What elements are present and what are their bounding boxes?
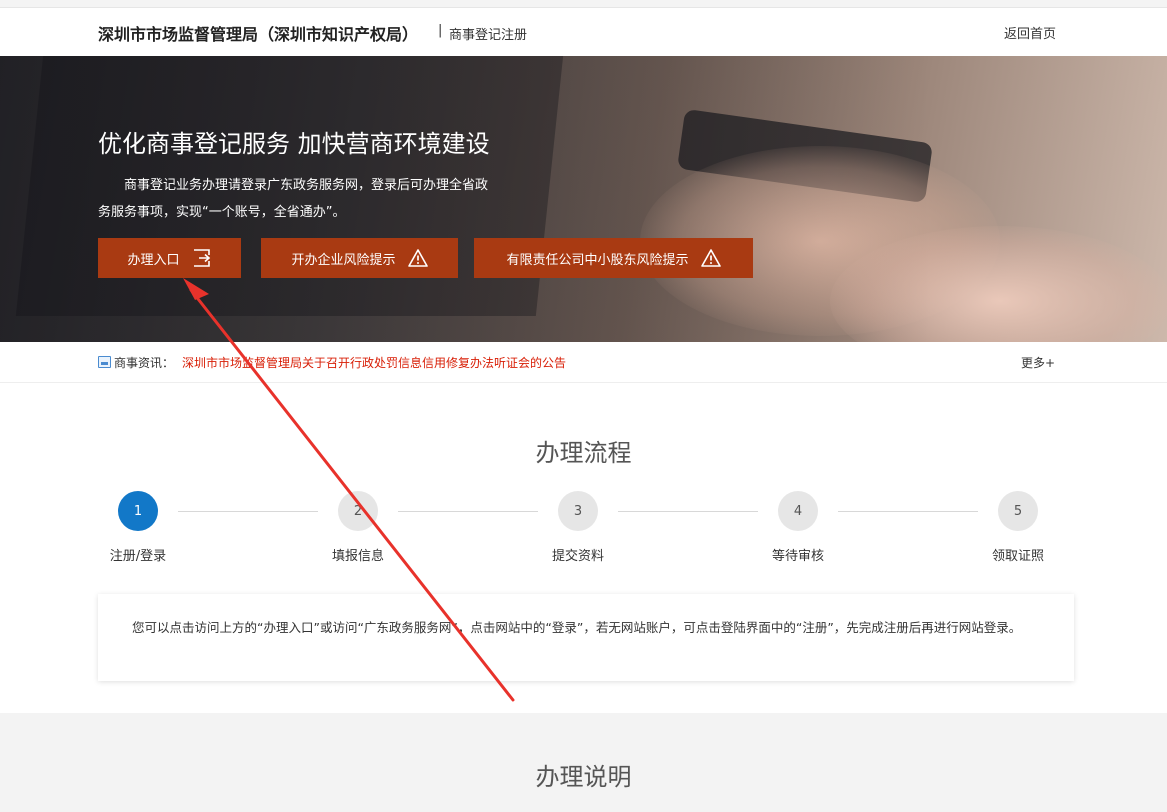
- hero-headline: 优化商事登记服务 加快营商环境建设: [98, 130, 490, 158]
- warning-icon: [407, 249, 428, 267]
- step-1-label: 注册/登录: [109, 549, 167, 564]
- brand-title: 深圳市市场监督管理局（深圳市知识产权局）: [98, 25, 419, 44]
- step-5-label: 领取证照: [991, 549, 1044, 564]
- business-risk-button-label: 开办企业风险提示: [291, 252, 396, 268]
- login-icon: [193, 249, 210, 267]
- process-title: 办理流程: [535, 439, 632, 467]
- entry-button-label: 办理入口: [127, 252, 180, 268]
- site-header: 深圳市市场监督管理局（深圳市知识产权局） | 商事登记注册 返回首页: [0, 8, 1167, 56]
- step-2-circle: 2: [338, 491, 378, 531]
- instructions-title: 办理说明: [535, 763, 632, 791]
- instructions-section: 办理说明: [0, 713, 1167, 812]
- business-risk-button[interactable]: 开办企业风险提示: [261, 238, 458, 278]
- step-1-circle: 1: [118, 491, 158, 531]
- shareholder-risk-button-label: 有限责任公司中小股东风险提示: [506, 252, 689, 268]
- home-link[interactable]: 返回首页: [1004, 23, 1056, 42]
- step-connector: [178, 511, 318, 512]
- shareholder-risk-button[interactable]: 有限责任公司中小股东风险提示: [474, 238, 753, 278]
- header-subtitle: 商事登记注册: [449, 28, 528, 43]
- process-note: 您可以点击访问上方的“办理入口”或访问“广东政务服务网”，点击网站中的“登录”，…: [98, 594, 1074, 681]
- news-label: 商事资讯：: [114, 356, 175, 370]
- step-3-label: 提交资料: [551, 549, 604, 564]
- warning-icon: [700, 249, 721, 267]
- step-2-label: 填报信息: [331, 549, 384, 564]
- news-bar: 商事资讯： 深圳市市场监督管理局关于召开行政处罚信息信用修复办法听证会的公告 更…: [0, 342, 1167, 383]
- news-more-link[interactable]: 更多+: [1021, 354, 1055, 371]
- entry-button[interactable]: 办理入口: [98, 238, 241, 278]
- top-strip: [0, 0, 1167, 8]
- step-5-circle: 5: [998, 491, 1038, 531]
- step-4-label: 等待审核: [771, 549, 824, 564]
- news-icon: [98, 356, 111, 368]
- hero-description: 商事登记业务办理请登录广东政务服务网，登录后可办理全省政务服务事项，实现“一个账…: [98, 178, 489, 220]
- step-connector: [838, 511, 978, 512]
- step-connector: [398, 511, 538, 512]
- hero-banner: 优化商事登记服务 加快营商环境建设 商事登记业务办理请登录广东政务服务网，登录后…: [0, 56, 1167, 342]
- step-connector: [618, 511, 758, 512]
- step-3-circle: 3: [558, 491, 598, 531]
- header-separator: |: [438, 23, 443, 38]
- step-4-circle: 4: [778, 491, 818, 531]
- news-headline-link[interactable]: 深圳市市场监督管理局关于召开行政处罚信息信用修复办法听证会的公告: [182, 354, 566, 371]
